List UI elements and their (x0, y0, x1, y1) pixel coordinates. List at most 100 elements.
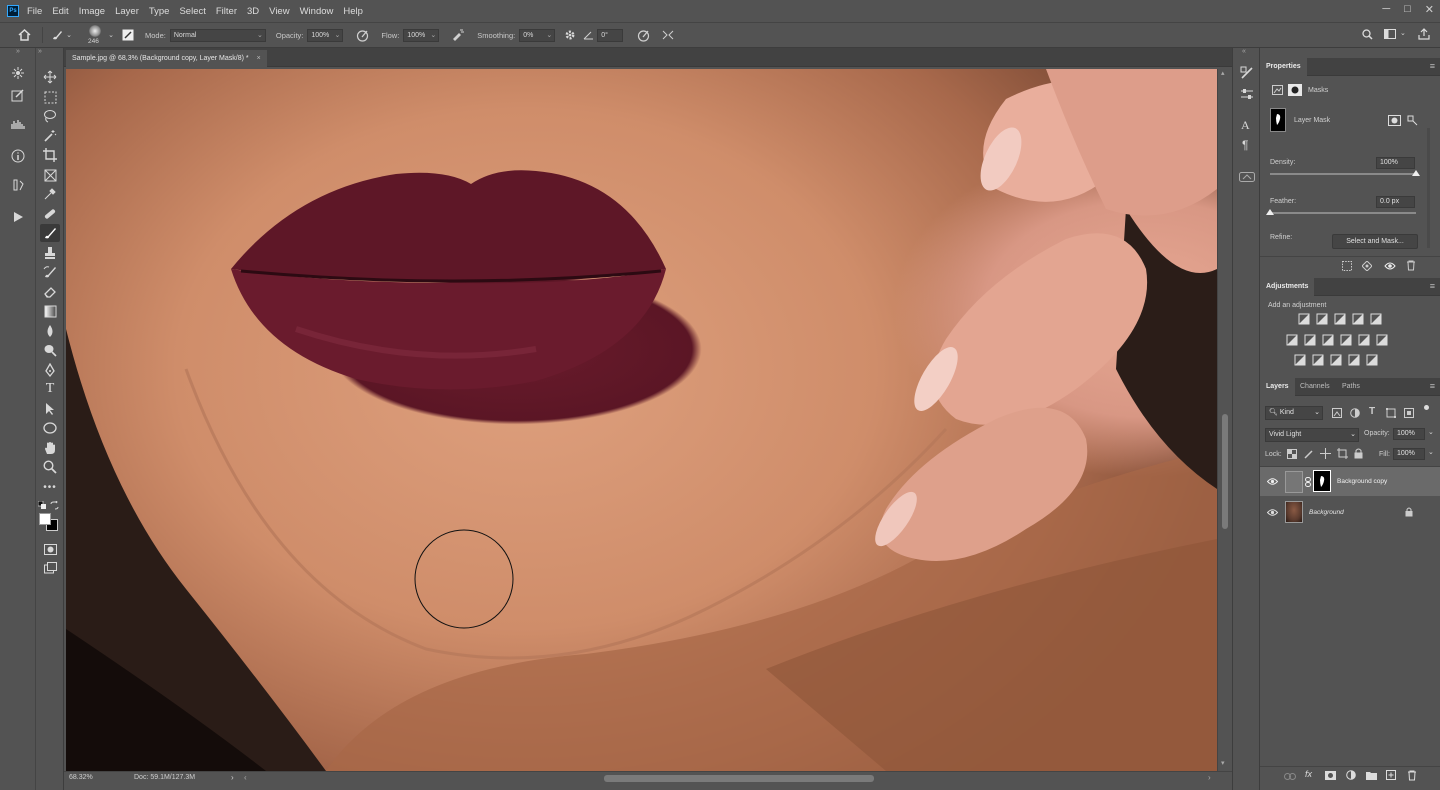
pressure-size-icon[interactable] (629, 29, 657, 42)
filter-type-icon[interactable]: T (1369, 406, 1375, 417)
screen-mode-icon[interactable] (40, 559, 60, 577)
chevron-down-icon[interactable]: ⌄ (65, 31, 73, 39)
tab-layers[interactable]: Layers (1260, 378, 1295, 396)
apply-mask-icon[interactable] (1388, 115, 1401, 128)
history-panel-icon[interactable] (11, 88, 25, 104)
info-panel-icon[interactable] (11, 149, 25, 165)
menu-layer[interactable]: Layer (115, 6, 139, 17)
feather-slider-thumb[interactable] (1266, 209, 1274, 215)
link-icon[interactable] (1305, 477, 1311, 489)
type-tool-icon[interactable]: T (40, 380, 60, 398)
home-icon[interactable] (12, 29, 36, 41)
panel-menu-icon[interactable]: ≡ (1430, 281, 1435, 291)
document-canvas[interactable] (66, 69, 1217, 771)
lock-position-icon[interactable] (1320, 448, 1331, 461)
workspace-icon[interactable] (1384, 29, 1396, 39)
menu-view[interactable]: View (269, 6, 289, 17)
search-icon[interactable] (1362, 29, 1373, 40)
density-slider-thumb[interactable] (1412, 170, 1420, 176)
scroll-left-icon[interactable]: ‹ (244, 773, 247, 782)
collapse-icon[interactable]: » (16, 48, 20, 55)
close-window-button[interactable]: ✕ (1425, 3, 1434, 16)
lock-pixels-icon[interactable] (1304, 449, 1314, 461)
lasso-tool-icon[interactable] (40, 107, 60, 125)
pressure-opacity-icon[interactable] (349, 29, 375, 42)
vector-mask-add-icon[interactable] (1406, 114, 1418, 128)
menu-window[interactable]: Window (300, 6, 334, 17)
move-tool-icon[interactable] (40, 68, 60, 86)
zoom-level[interactable]: 68.32% (69, 774, 93, 781)
vertical-scrollbar[interactable]: ▴ ▾ (1217, 69, 1232, 771)
layer-filter-select[interactable]: 🔍︎ Kind ⌄ (1265, 406, 1323, 420)
actions-panel-icon[interactable] (12, 211, 24, 225)
layer-mask-thumbnail[interactable] (1313, 470, 1331, 492)
quick-mask-icon[interactable] (40, 540, 60, 558)
vibrance-icon[interactable] (1370, 313, 1382, 325)
close-icon[interactable]: × (257, 55, 261, 62)
lock-artboard-icon[interactable] (1337, 448, 1348, 461)
threshold-icon[interactable] (1330, 354, 1342, 366)
dodge-tool-icon[interactable] (40, 341, 60, 359)
levels-icon[interactable] (1316, 313, 1328, 325)
opacity-input[interactable]: 100% ⌄ (307, 28, 344, 42)
healing-brush-tool-icon[interactable] (40, 205, 60, 223)
new-adjustment-layer-icon[interactable] (1346, 770, 1356, 782)
layer-name[interactable]: Background copy (1337, 478, 1387, 485)
filter-pixel-icon[interactable] (1332, 408, 1342, 420)
chevron-down-icon[interactable]: ⌄ (1400, 29, 1406, 37)
channel-mixer-icon[interactable] (1358, 334, 1370, 346)
gradient-map-icon[interactable] (1366, 354, 1378, 366)
posterize-icon[interactable] (1312, 354, 1324, 366)
angle-input[interactable]: 0° (597, 28, 624, 42)
layer-style-icon[interactable]: fx (1305, 769, 1312, 779)
brightness-contrast-icon[interactable] (1298, 313, 1310, 325)
chevron-down-icon[interactable]: ⌄ (107, 31, 115, 39)
add-mask-icon[interactable] (1325, 771, 1336, 782)
panel-menu-icon[interactable]: ≡ (1430, 61, 1435, 71)
histogram-panel-icon[interactable] (11, 118, 25, 132)
brush-tool-icon[interactable] (49, 29, 65, 41)
curves-icon[interactable] (1334, 313, 1346, 325)
tab-paths[interactable]: Paths (1336, 378, 1366, 396)
hand-tool-icon[interactable] (40, 439, 60, 457)
layer-row-background-copy[interactable]: Background copy (1260, 466, 1440, 496)
marquee-tool-icon[interactable] (40, 88, 60, 106)
scroll-down-icon[interactable]: ▾ (1221, 759, 1225, 767)
eraser-tool-icon[interactable] (40, 283, 60, 301)
magic-wand-tool-icon[interactable] (40, 127, 60, 145)
apply-mask-icon[interactable] (1361, 260, 1373, 273)
density-slider[interactable] (1270, 173, 1416, 175)
tab-properties[interactable]: Properties (1260, 58, 1307, 76)
minimize-button[interactable]: ─ (1382, 3, 1390, 16)
path-selection-tool-icon[interactable] (40, 400, 60, 418)
frame-tool-icon[interactable] (40, 166, 60, 184)
menu-edit[interactable]: Edit (52, 6, 68, 17)
share-icon[interactable] (1418, 28, 1430, 40)
collapse-icon[interactable]: « (1242, 48, 1246, 55)
pen-tool-icon[interactable] (40, 361, 60, 379)
feather-slider[interactable] (1270, 212, 1416, 214)
menu-file[interactable]: File (27, 6, 42, 17)
status-menu-icon[interactable]: › (231, 773, 234, 782)
color-lookup-icon[interactable] (1376, 334, 1388, 346)
chevron-down-icon[interactable]: ⌄ (1428, 428, 1434, 436)
more-tools-icon[interactable]: ••• (40, 478, 60, 496)
zoom-tool-icon[interactable] (40, 458, 60, 476)
gradient-tool-icon[interactable] (40, 302, 60, 320)
layer-name[interactable]: Background (1309, 509, 1344, 516)
character-panel-icon[interactable]: A (1241, 118, 1250, 133)
new-group-icon[interactable] (1366, 771, 1377, 782)
trash-icon[interactable] (1407, 770, 1417, 783)
fill-input[interactable]: 100% (1393, 448, 1425, 460)
filter-adjustment-icon[interactable] (1350, 408, 1360, 420)
crop-tool-icon[interactable] (40, 146, 60, 164)
trash-icon[interactable] (1406, 260, 1416, 273)
history-brush-tool-icon[interactable] (40, 263, 60, 281)
maximize-button[interactable]: □ (1404, 3, 1411, 16)
scroll-up-icon[interactable]: ▴ (1221, 69, 1225, 77)
density-input[interactable]: 100% (1376, 157, 1415, 169)
select-and-mask-button[interactable]: Select and Mask... (1332, 234, 1418, 249)
pixel-mask-icon[interactable] (1272, 85, 1283, 97)
eye-icon[interactable] (1266, 477, 1279, 488)
foreground-color-swatch[interactable] (39, 513, 51, 525)
